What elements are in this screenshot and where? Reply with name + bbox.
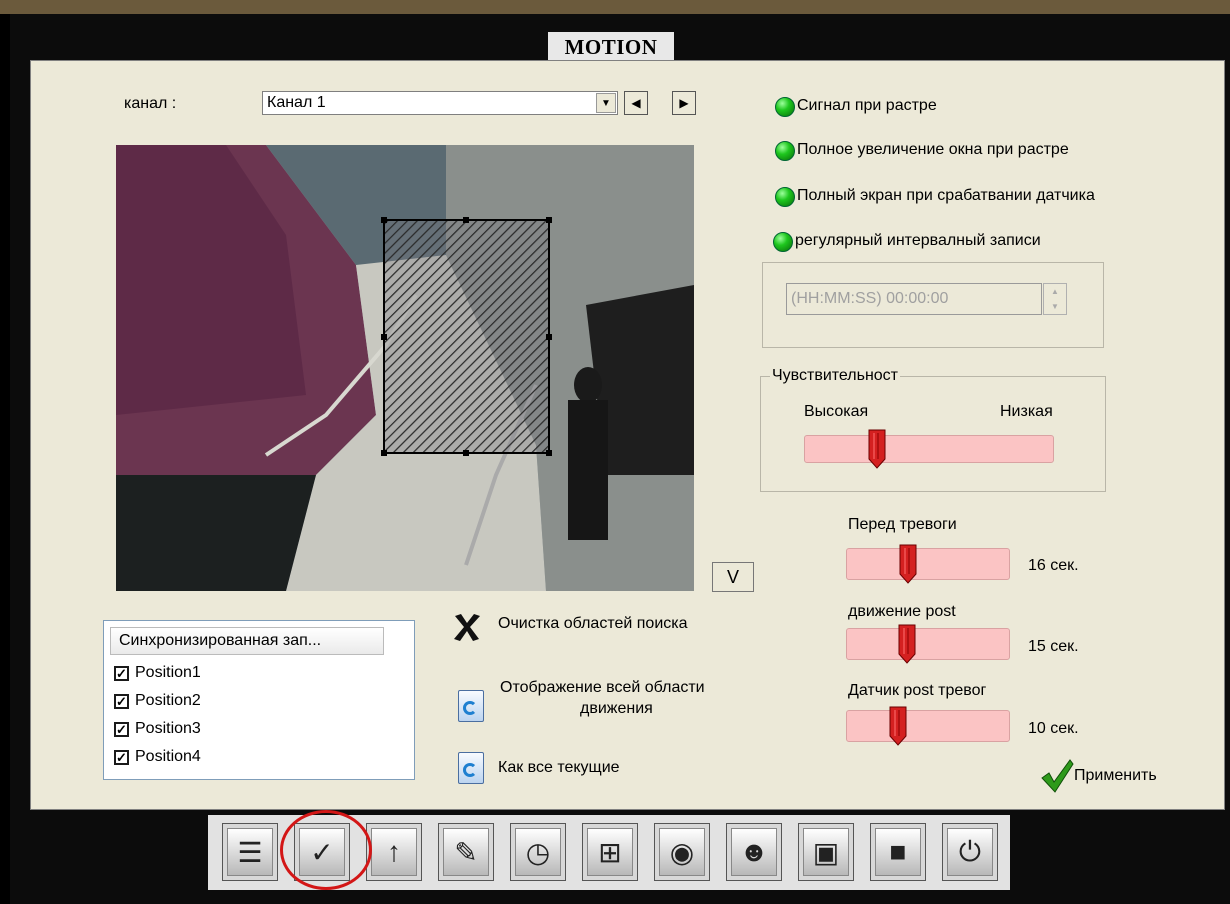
pre-alarm-label: Перед тревоги <box>848 516 957 533</box>
user-icon: ☻ <box>731 828 777 876</box>
clear-x-icon[interactable] <box>452 612 482 642</box>
motion-area[interactable] <box>383 219 550 454</box>
list-item[interactable]: ✓ Position3 <box>114 717 201 741</box>
pre-alarm-value: 16 сек. <box>1028 557 1079 574</box>
schedule-icon: ◷ <box>515 828 561 876</box>
pre-alarm-slider[interactable] <box>846 544 1010 584</box>
show-all-motion-line2[interactable]: движения <box>580 700 653 718</box>
settings-button[interactable]: ☰ <box>222 823 278 881</box>
channel-value: Канал 1 <box>267 94 326 111</box>
sensor-post-label: Датчик post тревог <box>848 682 987 699</box>
camera-preview[interactable] <box>116 145 694 591</box>
sensitivity-slider[interactable] <box>804 429 1054 469</box>
sensor-post-slider[interactable] <box>846 706 1010 746</box>
top-strip <box>0 0 1230 14</box>
option-regular-interval[interactable]: регулярный интервалный записи <box>795 232 1041 250</box>
motion-post-label: движение post <box>848 603 956 620</box>
sensor-button[interactable]: ↑ <box>366 823 422 881</box>
arrow-left-icon: ◀ <box>631 96 641 110</box>
interval-spinner[interactable]: ▲ ▼ <box>1043 283 1067 315</box>
slider-thumb[interactable] <box>889 706 907 746</box>
apply-button[interactable]: Применить <box>1074 767 1157 785</box>
remote-button[interactable]: ◉ <box>654 823 710 881</box>
list-item[interactable]: ✓ Position1 <box>114 661 201 685</box>
sensitivity-group <box>760 376 1106 492</box>
sync-list-header[interactable]: Синхронизированная зап... <box>110 627 384 655</box>
chevron-down-icon[interactable]: ▼ <box>596 93 616 113</box>
led-icon[interactable] <box>773 232 793 252</box>
next-channel-button[interactable]: ▶ <box>672 91 696 115</box>
led-icon[interactable] <box>775 187 795 207</box>
as-current-button[interactable]: Как все текущие <box>498 759 620 777</box>
interval-time-field[interactable]: (HH:MM:SS) 00:00:00 <box>786 283 1042 315</box>
power-icon: ⏻ <box>947 828 993 876</box>
led-icon[interactable] <box>775 141 795 161</box>
sensitivity-low-label: Низкая <box>1000 403 1053 420</box>
camera-image <box>116 145 694 591</box>
clear-search-areas-button[interactable]: Очистка областей поиска <box>498 615 688 633</box>
display-icon: ▣ <box>803 828 849 876</box>
option-fullscreen-sensor[interactable]: Полный экран при срабатвании датчика <box>797 187 1095 205</box>
v-button[interactable]: V <box>712 562 754 592</box>
list-item[interactable]: ✓ Position2 <box>114 689 201 713</box>
motion-post-slider[interactable] <box>846 624 1010 664</box>
sensitivity-high-label: Высокая <box>804 403 869 420</box>
user-button[interactable]: ☻ <box>726 823 782 881</box>
channel-label: канал : <box>124 95 177 112</box>
power-button[interactable]: ⏻ <box>942 823 998 881</box>
channel-select[interactable]: Канал 1 ▼ <box>262 91 618 115</box>
remote-icon: ◉ <box>659 828 705 876</box>
spin-down-icon[interactable]: ▼ <box>1044 299 1066 314</box>
slider-thumb[interactable] <box>899 544 917 584</box>
network-icon: ⊞ <box>587 828 633 876</box>
prev-channel-button[interactable]: ◀ <box>624 91 648 115</box>
checkmark-icon[interactable] <box>1040 758 1074 794</box>
camera-button[interactable]: ■ <box>870 823 926 881</box>
checkbox-checked-icon[interactable]: ✓ <box>114 721 129 737</box>
display-button[interactable]: ▣ <box>798 823 854 881</box>
sensor-post-value: 10 сек. <box>1028 720 1079 737</box>
schedule-button[interactable]: ◷ <box>510 823 566 881</box>
refresh-document-icon[interactable] <box>458 690 484 722</box>
slider-thumb[interactable] <box>868 429 886 469</box>
sync-record-list[interactable]: Синхронизированная зап... ✓ Position1 ✓ Po… <box>103 620 415 780</box>
arrow-right-icon: ▶ <box>679 96 689 110</box>
option-signal-raster[interactable]: Сигнал при растре <box>797 97 937 115</box>
sensor-icon: ↑ <box>371 828 417 876</box>
camera-icon: ■ <box>875 828 921 876</box>
spin-up-icon[interactable]: ▲ <box>1044 284 1066 299</box>
checkbox-checked-icon[interactable]: ✓ <box>114 665 129 681</box>
sensitivity-title: Чувствительност <box>770 367 900 385</box>
slider-thumb[interactable] <box>898 624 916 664</box>
checkbox-checked-icon[interactable]: ✓ <box>114 749 129 765</box>
settings-icon: ☰ <box>227 828 273 876</box>
show-all-motion-line1[interactable]: Отображение всей области <box>500 679 705 697</box>
record-button[interactable]: ✎ <box>438 823 494 881</box>
option-full-zoom[interactable]: Полное увеличение окна при растре <box>797 141 1069 159</box>
checkbox-checked-icon[interactable]: ✓ <box>114 693 129 709</box>
refresh-document-icon[interactable] <box>458 752 484 784</box>
led-icon[interactable] <box>775 97 795 117</box>
list-item[interactable]: ✓ Position4 <box>114 745 201 769</box>
record-icon: ✎ <box>443 828 489 876</box>
highlight-circle <box>280 810 372 890</box>
window-title: MOTION <box>548 32 674 60</box>
network-button[interactable]: ⊞ <box>582 823 638 881</box>
motion-post-value: 15 сек. <box>1028 638 1079 655</box>
